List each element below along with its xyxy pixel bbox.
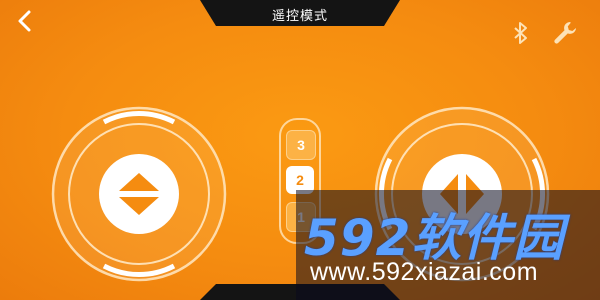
page-title: 遥控模式 (271, 8, 328, 23)
left-joystick[interactable] (50, 105, 228, 283)
bluetooth-icon (514, 22, 527, 44)
up-down-arrows-icon (119, 173, 159, 215)
wrench-icon (554, 22, 576, 44)
back-chevron-icon (18, 10, 31, 32)
watermark-url: www.592xiazai.com (310, 258, 539, 286)
gear-button-3[interactable]: 3 (286, 130, 316, 160)
settings-button[interactable] (552, 20, 578, 46)
bluetooth-button[interactable] (508, 20, 534, 46)
back-button[interactable] (12, 8, 38, 34)
